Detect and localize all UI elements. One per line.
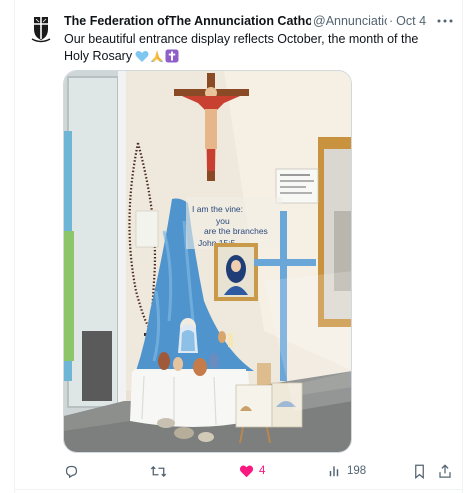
timeline-divider <box>14 489 463 490</box>
bookmark-icon <box>415 464 424 479</box>
tweet-photo[interactable]: I am the vine: you are the branches John… <box>63 70 352 453</box>
reply-button[interactable] <box>64 462 84 480</box>
avatar[interactable] <box>24 11 58 45</box>
tweet-timestamp[interactable]: Oct 4 <box>396 14 426 28</box>
reply-icon <box>65 465 78 478</box>
banner-line-3: are the branches <box>204 226 268 236</box>
retweet-button[interactable] <box>150 462 172 480</box>
share-button[interactable] <box>438 462 452 480</box>
views-chart-icon <box>329 466 339 477</box>
views-count: 198 <box>347 465 367 477</box>
separator-dot: · <box>389 14 394 28</box>
bookmark-button[interactable] <box>413 462 426 480</box>
entrance-display-photo: I am the vine: you are the branches John… <box>64 71 351 452</box>
more-options-icon[interactable] <box>436 14 454 28</box>
tweet-text: Our beautiful entrance display reflects … <box>64 31 444 64</box>
latin-cross-icon <box>165 49 179 63</box>
heart-filled-icon <box>239 465 254 478</box>
author-handle[interactable]: @AnnunciationF <box>313 14 387 28</box>
like-count: 4 <box>259 465 266 477</box>
banner-line-2: you <box>216 216 230 226</box>
author-name[interactable]: The Federation ofThe Annunciation Cathol… <box>64 14 311 28</box>
like-button[interactable]: 4 <box>239 462 265 480</box>
views-button[interactable]: 198 <box>328 462 366 480</box>
banner-line-1: I am the vine: <box>192 204 243 214</box>
light-blue-heart-icon <box>135 50 149 62</box>
share-icon <box>439 463 451 478</box>
praying-hands-icon <box>151 50 164 62</box>
emoji-group <box>135 49 179 63</box>
school-crest-icon <box>31 17 51 43</box>
tweet-body: Our beautiful entrance display reflects … <box>64 32 419 63</box>
retweet-icon <box>150 465 167 477</box>
tweet-action-bar: 4 198 <box>58 462 458 480</box>
timeline-border-right <box>462 0 463 493</box>
tweet-header: The Federation ofThe Annunciation Cathol… <box>64 12 456 30</box>
timeline-border-left <box>14 0 15 493</box>
